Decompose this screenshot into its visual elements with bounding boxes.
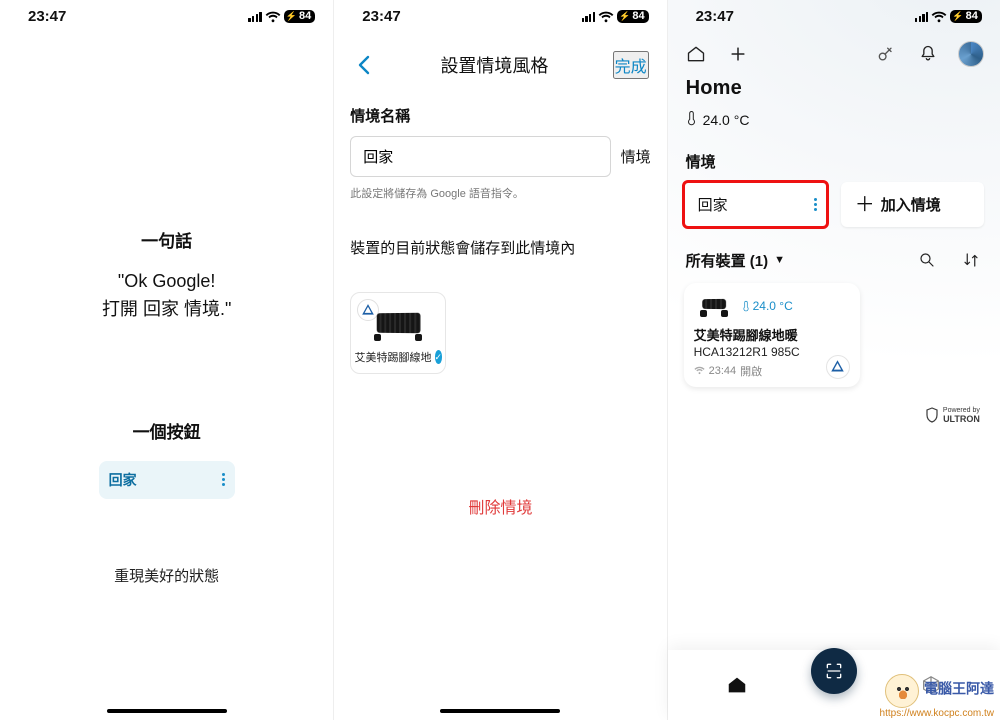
avatar[interactable] bbox=[958, 41, 984, 67]
battery-indicator: ⚡84 bbox=[950, 10, 981, 23]
chevron-down-icon: ▼ bbox=[774, 254, 785, 266]
button-heading: 一個按鈕 bbox=[20, 418, 313, 443]
device-card-name: 艾美特踢腳線地 bbox=[355, 349, 432, 365]
tab-cube[interactable] bbox=[918, 672, 944, 698]
cellular-icon bbox=[248, 11, 262, 22]
voice-heading: 一句話 bbox=[20, 227, 313, 252]
scene-name-input[interactable] bbox=[350, 136, 610, 177]
status-time: 23:47 bbox=[696, 8, 734, 25]
scene-chip[interactable]: 回家 bbox=[99, 461, 235, 499]
thermometer-icon bbox=[686, 110, 697, 129]
key-icon[interactable] bbox=[874, 42, 898, 66]
shield-icon bbox=[925, 407, 939, 425]
battery-indicator: ⚡84 bbox=[284, 10, 315, 23]
delete-scene-button[interactable]: 刪除情境 bbox=[468, 494, 532, 518]
wifi-icon bbox=[265, 11, 281, 23]
page-title: 設置情境風格 bbox=[440, 52, 548, 78]
kebab-icon[interactable] bbox=[814, 198, 817, 211]
status-time: 23:47 bbox=[28, 8, 66, 25]
search-icon[interactable] bbox=[916, 249, 938, 271]
brand-badge-icon bbox=[826, 355, 850, 379]
section-description: 裝置的目前狀態會儲存到此情境內 bbox=[350, 237, 650, 258]
status-bar: 23:47 ⚡84 bbox=[668, 0, 1000, 27]
home-title: Home bbox=[686, 77, 982, 100]
cellular-icon bbox=[915, 11, 929, 22]
footer-caption: 重現美好的狀態 bbox=[20, 565, 313, 586]
battery-indicator: ⚡84 bbox=[617, 10, 648, 23]
plus-icon: ＋ bbox=[855, 195, 875, 215]
wifi-icon bbox=[931, 11, 947, 23]
kebab-icon[interactable] bbox=[222, 473, 225, 486]
scene-chip-label: 回家 bbox=[109, 470, 137, 490]
voice-quote: "Ok Google! 打開 回家 情境." bbox=[20, 268, 313, 324]
scene-name-suffix: 情境 bbox=[621, 146, 651, 167]
wifi-icon bbox=[598, 11, 614, 23]
add-scene-button[interactable]: ＋ 加入情境 bbox=[841, 182, 984, 227]
home-button[interactable] bbox=[684, 42, 708, 66]
heater-icon bbox=[694, 293, 734, 319]
status-bar: 23:47 ⚡84 bbox=[334, 0, 666, 27]
phone-screenshot-1: 23:47 ⚡84 一句話 "Ok Google! 打開 回家 情境." 一個按… bbox=[0, 0, 333, 720]
device-card[interactable]: 24.0 °C 艾美特踢腳線地暖 HCA13212R1 985C 23:44 開… bbox=[684, 283, 860, 387]
scene-pill-home[interactable]: 回家 bbox=[684, 182, 827, 227]
scene-name-label: 情境名稱 bbox=[350, 105, 650, 126]
phone-screenshot-3: 23:47 ⚡84 bbox=[667, 0, 1000, 720]
home-temperature: 24.0 °C bbox=[686, 110, 982, 129]
phone-screenshot-2: 23:47 ⚡84 設置情境風格 完成 情境名稱 情境 bbox=[333, 0, 666, 720]
home-indicator bbox=[440, 709, 560, 713]
devices-dropdown[interactable]: 所有裝置 (1) ▼ bbox=[686, 250, 785, 271]
back-button[interactable] bbox=[352, 53, 376, 77]
help-text: 此設定將儲存為 Google 語音指令。 bbox=[350, 185, 650, 201]
tab-home[interactable] bbox=[724, 672, 750, 698]
cellular-icon bbox=[582, 11, 596, 22]
wifi-small-icon bbox=[694, 366, 705, 375]
home-indicator bbox=[107, 709, 227, 713]
check-icon: ✓ bbox=[435, 350, 443, 364]
fab-scan[interactable] bbox=[811, 648, 857, 694]
add-scene-label: 加入情境 bbox=[881, 194, 941, 215]
powered-by-label: Powered by ULTRON bbox=[668, 387, 1000, 425]
sort-icon[interactable] bbox=[960, 249, 982, 271]
scene-pill-label: 回家 bbox=[698, 194, 728, 215]
done-button[interactable]: 完成 bbox=[613, 51, 649, 79]
heater-icon bbox=[368, 307, 428, 343]
device-model: HCA13212R1 985C bbox=[694, 345, 850, 359]
device-card[interactable]: 艾美特踢腳線地 ✓ bbox=[350, 292, 446, 374]
bell-icon[interactable] bbox=[916, 42, 940, 66]
scenes-heading: 情境 bbox=[686, 151, 1000, 172]
status-bar: 23:47 ⚡84 bbox=[0, 0, 333, 27]
tab-bar bbox=[668, 650, 1000, 720]
device-name: 艾美特踢腳線地暖 bbox=[694, 327, 850, 345]
add-button[interactable] bbox=[726, 42, 750, 66]
status-time: 23:47 bbox=[362, 8, 400, 25]
device-temp: 24.0 °C bbox=[742, 299, 793, 313]
